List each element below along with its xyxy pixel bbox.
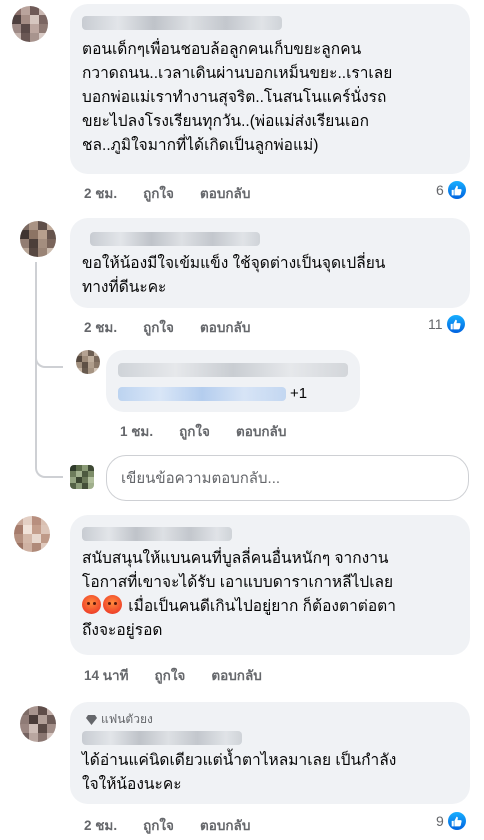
like-button[interactable]: ถูกใจ — [143, 814, 174, 836]
comment-timestamp[interactable]: 2 ชม. — [84, 814, 117, 836]
comment-timestamp[interactable]: 2 ชม. — [84, 316, 117, 338]
reply-bubble: +1 — [106, 350, 360, 412]
reply-timestamp[interactable]: 1 ชม. — [120, 420, 153, 442]
like-button[interactable]: ถูกใจ — [179, 420, 210, 442]
badge-label: แฟนตัวยง — [101, 712, 153, 726]
comment-actions: 2 ชม. ถูกใจ ตอบกลับ — [84, 182, 250, 204]
comment-timestamp[interactable]: 14 นาที — [84, 664, 128, 686]
like-reaction-icon — [447, 181, 466, 199]
reply-button[interactable]: ตอบกลับ — [200, 316, 250, 338]
commenter-avatar[interactable] — [20, 706, 56, 742]
like-reaction-icon — [447, 812, 466, 830]
comment-actions: 2 ชม. ถูกใจ ตอบกลับ — [84, 814, 250, 836]
like-button[interactable]: ถูกใจ — [143, 316, 174, 338]
mentioned-user-link[interactable] — [118, 386, 286, 401]
comment-bubble: ตอนเด็กๆเพื่อนชอบล้อลูกคนเก็บขยะลูกคน กว… — [70, 4, 470, 174]
commenter-avatar[interactable] — [12, 6, 48, 42]
diamond-badge-icon — [86, 714, 97, 725]
reply-input[interactable]: เขียนข้อความตอบกลับ... — [106, 455, 469, 501]
reply-button[interactable]: ตอบกลับ — [200, 182, 250, 204]
reply-actions: 1 ชม. ถูกใจ ตอบกลับ — [120, 420, 286, 442]
reply-input-placeholder: เขียนข้อความตอบกลับ... — [121, 470, 281, 487]
comment-actions: 14 นาที ถูกใจ ตอบกลับ — [84, 664, 262, 686]
thread-connector — [35, 352, 63, 368]
commenter-avatar[interactable] — [14, 516, 50, 552]
comment-bubble: ขอให้น้องมีใจเข้มแข็ง ใช้จุดต่างเป็นจุดเ… — [70, 218, 470, 308]
commenter-name[interactable] — [90, 232, 260, 246]
comment-actions: 2 ชม. ถูกใจ ตอบกลับ — [84, 316, 250, 338]
thread-connector — [35, 458, 63, 478]
reply-author-name[interactable] — [118, 363, 348, 377]
reply-avatar[interactable] — [76, 350, 100, 374]
reaction-count[interactable]: 9 — [436, 812, 466, 830]
commenter-name[interactable] — [82, 731, 242, 745]
like-reaction-icon — [446, 315, 465, 333]
commenter-avatar[interactable] — [20, 221, 56, 257]
reply-button[interactable]: ตอบกลับ — [200, 814, 250, 836]
angry-emoji-icon — [103, 595, 122, 614]
like-button[interactable]: ถูกใจ — [143, 182, 174, 204]
commenter-name[interactable] — [82, 16, 282, 30]
reaction-count-number: 6 — [436, 182, 444, 198]
comment-text: ขอให้น้องมีใจเข้มแข็ง ใช้จุดต่างเป็นจุดเ… — [82, 255, 386, 296]
comment-text: ตอนเด็กๆเพื่อนชอบล้อลูกคนเก็บขยะลูกคน กว… — [82, 41, 393, 154]
mention-extra-count[interactable]: +1 — [290, 385, 307, 402]
comment-text: ได้อ่านแค่นิดเดียวแต่น้ำตาไหลมาเลย เป็นก… — [82, 752, 397, 793]
reaction-count-number: 11 — [428, 316, 443, 332]
angry-emoji-icon — [82, 595, 101, 614]
current-user-avatar — [70, 465, 94, 489]
reaction-count[interactable]: 6 — [436, 181, 466, 199]
reaction-count-number: 9 — [436, 813, 444, 829]
reply-button[interactable]: ตอบกลับ — [236, 420, 286, 442]
comment-bubble: แฟนตัวยง ได้อ่านแค่นิดเดียวแต่น้ำตาไหลมา… — [70, 702, 470, 804]
comment-timestamp[interactable]: 2 ชม. — [84, 182, 117, 204]
comment-bubble: สนับสนุนให้แบนคนที่บูลลี่คนอื่นหนักๆ จาก… — [70, 515, 470, 655]
reply-button[interactable]: ตอบกลับ — [211, 664, 261, 686]
comment-text-part: สนับสนุนให้แบนคนที่บูลลี่คนอื่นหนักๆ จาก… — [82, 550, 394, 591]
comment-text-part: เมื่อเป็นคนดีเกินไปอยู่ยาก ก็ต้องตาต่อตา… — [82, 598, 396, 639]
like-button[interactable]: ถูกใจ — [154, 664, 185, 686]
top-fan-badge: แฟนตัวยง — [86, 710, 458, 729]
comment-text: สนับสนุนให้แบนคนที่บูลลี่คนอื่นหนักๆ จาก… — [82, 547, 458, 643]
reaction-count[interactable]: 11 — [428, 315, 465, 333]
commenter-name[interactable] — [82, 527, 232, 541]
